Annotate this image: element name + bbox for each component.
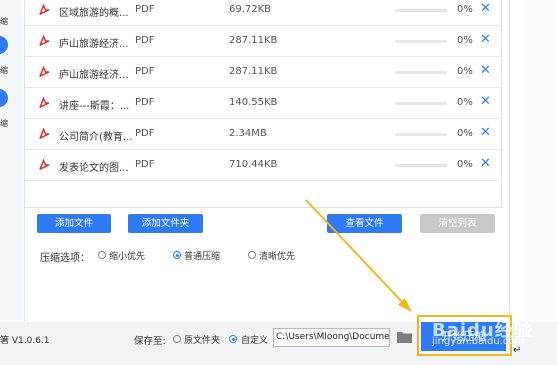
text-caret: ↵ [513,345,522,356]
radio-custom-folder[interactable] [229,335,237,343]
watermark-url: jingyan.baidu.com [432,336,525,347]
option-original-folder: 原文件夹 [184,336,221,346]
annotation-arrow [305,199,412,312]
option-custom-folder: 自定义 [241,336,269,346]
save-path-input[interactable]: C:\Users\Mloong\Documents [273,328,390,347]
folder-icon[interactable] [397,330,412,343]
radio-original-folder[interactable] [173,335,181,343]
version-label: 箸 V1.0.6.1 [0,336,50,346]
save-to-label: 保存至: [134,336,166,347]
